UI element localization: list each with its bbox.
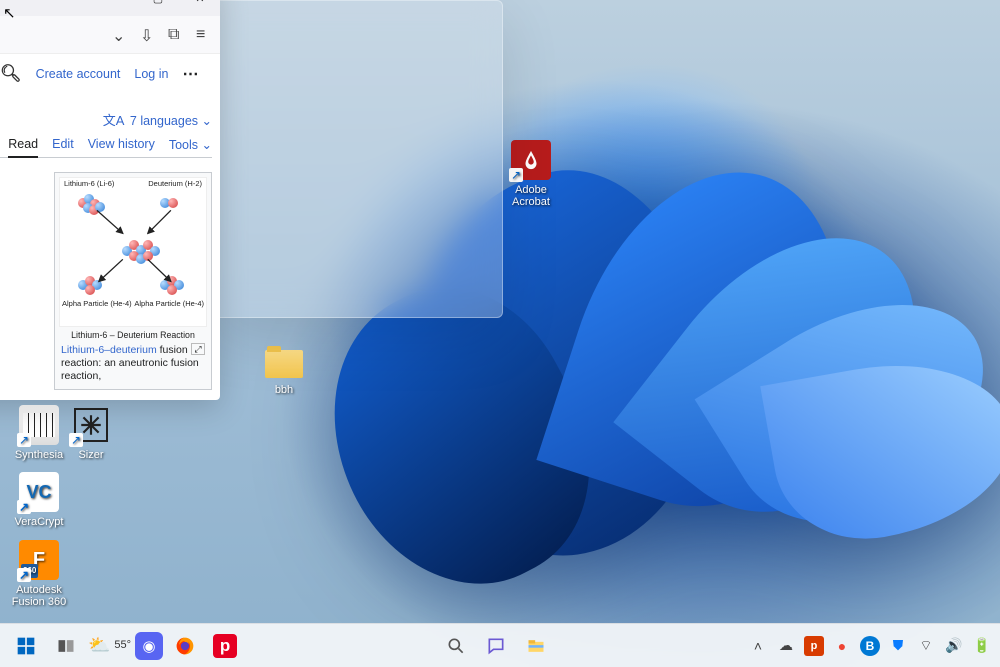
bluetooth-icon[interactable]: B (860, 636, 880, 656)
start-button[interactable] (8, 628, 44, 664)
firefox-icon (175, 636, 195, 656)
window-drag-preview (213, 0, 503, 318)
article-figure[interactable]: Lithium-6 (Li-6) Deuterium (H-2) Alpha P… (54, 172, 212, 390)
browser-toolbar: ▤ ☆ ⌄ ⇩ ⧉ ≡ (0, 16, 220, 54)
shortcut-arrow-icon: ↗ (69, 433, 83, 447)
centered-explorer-button[interactable] (518, 628, 554, 664)
tab-read[interactable]: Read (8, 137, 38, 158)
centered-chat-button[interactable] (478, 628, 514, 664)
veracrypt-glyph: VC (26, 486, 51, 498)
tab-tools[interactable]: Tools ⌄ (169, 137, 212, 152)
fusion360-icon: F 360 ↗ (19, 540, 59, 580)
pocket-icon[interactable]: ⌄ (112, 26, 130, 44)
weather-temp: 55° (114, 640, 131, 651)
wifi-icon[interactable]: ⌔ (916, 636, 936, 656)
app-menu-icon[interactable]: ≡ (196, 26, 214, 44)
tab-view-history[interactable]: View history (88, 137, 155, 152)
figure-caption: Lithium-6 – Deuterium Reaction (59, 327, 207, 341)
chat-icon (486, 636, 506, 656)
battery-icon[interactable]: 🔋 (972, 636, 992, 656)
file-explorer-icon (526, 636, 546, 656)
shortcut-arrow-icon: ↗ (17, 433, 31, 447)
shortcut-arrow-icon: ↗ (17, 568, 31, 582)
shortcut-arrow-icon: ↗ (17, 500, 31, 514)
taskbar-app-firefox[interactable] (167, 628, 203, 664)
logi-tray-icon[interactable]: ● (832, 636, 852, 656)
task-view-icon (56, 636, 76, 656)
adobe-acrobat-icon: ↗ (511, 140, 551, 180)
extensions-icon[interactable]: ⧉ (168, 26, 186, 44)
onedrive-icon[interactable]: ☁ (776, 636, 796, 656)
desktop-icon-label: Sizer (78, 449, 103, 461)
desktop-icon-folder-bbh[interactable]: bbh (253, 340, 315, 396)
fusion-diagram: Lithium-6 (Li-6) Deuterium (H-2) Alpha P… (59, 177, 207, 327)
log-in-link[interactable]: Log in (134, 67, 168, 81)
wiki-personal-tools: 🔍︎ Create account Log in ⋯ (0, 64, 212, 84)
firefox-window[interactable]: ⌄ — ▢ ✕ ▤ ☆ ⌄ ⇩ ⧉ ≡ 🔍︎ Create account Lo… (0, 0, 220, 400)
window-minimize-button[interactable]: — (98, 0, 134, 12)
veracrypt-icon: VC ↗ (19, 472, 59, 512)
more-menu-icon[interactable]: ⋯ (182, 64, 198, 84)
desktop-icon-label: Synthesia (15, 449, 63, 461)
article-tabs: Read Edit View history Tools ⌄ (0, 137, 212, 158)
close-icon: ✕ (195, 0, 204, 5)
translate-icon: 文A (103, 113, 125, 128)
desktop-icon-label: VeraCrypt (15, 516, 64, 528)
taskbar-app-discord[interactable]: ◉ (135, 632, 163, 660)
windows-logo-icon (16, 636, 36, 656)
browser-titlebar[interactable]: ⌄ — ▢ ✕ (0, 0, 220, 16)
weather-icon: ⛅ (88, 640, 110, 651)
desktop-icon-fusion360[interactable]: F 360 ↗ Autodesk Fusion 360 (8, 540, 70, 608)
languages-label: 7 languages (130, 114, 198, 128)
minimize-icon: — (111, 0, 122, 4)
search-icon (446, 636, 466, 656)
pinterest-icon: p (213, 634, 237, 658)
create-account-link[interactable]: Create account (36, 67, 121, 81)
taskbar-app-pinterest[interactable]: p (207, 628, 243, 664)
desktop-icon-adobe-acrobat[interactable]: ↗ Adobe Acrobat (500, 140, 562, 208)
centered-search-button[interactable] (438, 628, 474, 664)
shortcut-arrow-icon: ↗ (509, 168, 523, 182)
taskbar[interactable]: ⛅ 55° ◉ p ˄ ☁ p ● B ⛊ ⌔ 🔊 🔋 (0, 623, 1000, 667)
synthesia-icon: ↗ (19, 405, 59, 445)
desktop-icon-label: Autodesk Fusion 360 (12, 584, 66, 608)
window-close-button[interactable]: ✕ (182, 0, 218, 12)
tray-overflow-button[interactable]: ˄ (748, 636, 768, 656)
system-tray[interactable]: ˄ ☁ p ● B ⛊ ⌔ 🔊 🔋 (748, 636, 992, 656)
folder-icon (264, 340, 304, 380)
desktop-icon-label: bbh (275, 384, 293, 396)
task-view-button[interactable] (48, 628, 84, 664)
tray-app-icon[interactable]: p (804, 636, 824, 656)
search-icon[interactable]: 🔍︎ (0, 64, 22, 84)
wikipedia-page: 🔍︎ Create account Log in ⋯ 文A 7 language… (0, 54, 220, 400)
desktop-icon-sizer[interactable]: ↗ Sizer (60, 405, 122, 461)
window-maximize-button[interactable]: ▢ (140, 0, 176, 12)
figure-link[interactable]: Lithium-6–deuterium (61, 344, 157, 356)
desktop-icon-label: Adobe Acrobat (512, 184, 550, 208)
weather-widget[interactable]: ⛅ 55° (88, 640, 131, 651)
maximize-icon: ▢ (153, 0, 163, 5)
volume-icon[interactable]: 🔊 (944, 636, 964, 656)
desktop-icon-veracrypt[interactable]: VC ↗ VeraCrypt (8, 472, 70, 528)
tab-edit[interactable]: Edit (52, 137, 74, 152)
figure-description: Lithium-6–deuterium fusion reaction: an … (59, 341, 207, 385)
enlarge-image-icon[interactable]: ⤢ (191, 343, 205, 355)
windows-security-icon[interactable]: ⛊ (888, 636, 908, 656)
sizer-icon: ↗ (71, 405, 111, 445)
downloads-icon[interactable]: ⇩ (140, 26, 158, 44)
chevron-down-icon: ⌄ (202, 114, 212, 128)
languages-dropdown[interactable]: 文A 7 languages ⌄ (0, 110, 212, 129)
